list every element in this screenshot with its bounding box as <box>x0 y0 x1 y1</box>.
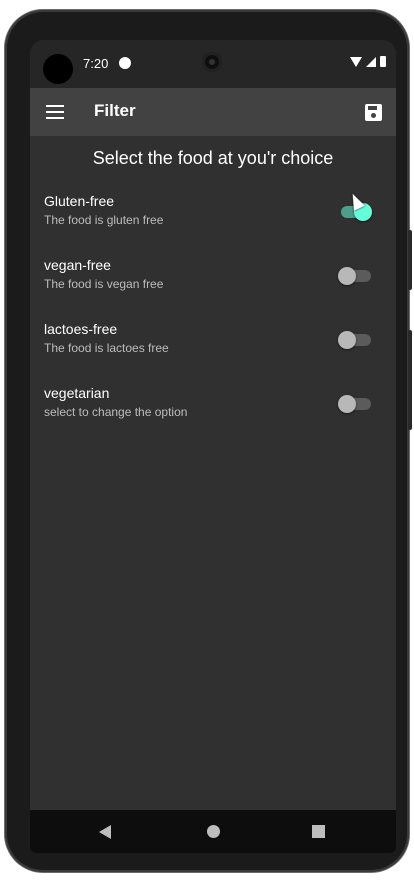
wifi-icon <box>350 56 362 67</box>
recents-icon[interactable] <box>312 825 325 838</box>
option-gluten-free[interactable]: Gluten-free The food is gluten free <box>44 193 384 241</box>
option-title: lactoes-free <box>44 321 118 337</box>
lactoes-free-switch[interactable] <box>338 329 372 351</box>
option-subtitle: The food is gluten free <box>44 213 164 227</box>
page-title: Filter <box>94 101 136 120</box>
switch-thumb <box>338 267 356 285</box>
vegetarian-switch[interactable] <box>338 393 372 415</box>
status-bar: 7:20 <box>30 40 396 88</box>
switch-thumb <box>338 395 356 413</box>
power-button <box>408 230 412 290</box>
back-icon[interactable] <box>99 825 111 839</box>
battery-icon <box>380 56 386 67</box>
status-icons <box>350 56 386 67</box>
phone-frame: 7:20 Filter Select the food at you'r cho… <box>5 10 412 872</box>
option-title: vegan-free <box>44 257 111 273</box>
option-vegetarian[interactable]: vegetarian select to change the option <box>44 385 384 433</box>
option-title: Gluten-free <box>44 193 115 209</box>
option-subtitle: The food is lactoes free <box>44 341 169 355</box>
option-title: vegetarian <box>44 385 110 401</box>
app-bar: Filter <box>30 88 396 136</box>
home-icon[interactable] <box>207 825 220 838</box>
option-lactoes-free[interactable]: lactoes-free The food is lactoes free <box>44 321 384 369</box>
navigation-bar <box>30 810 396 853</box>
signal-icon <box>366 56 376 67</box>
save-icon[interactable] <box>365 104 382 121</box>
menu-icon[interactable] <box>46 105 64 119</box>
option-subtitle: select to change the option <box>44 405 188 419</box>
front-camera-punch-hole <box>43 54 73 84</box>
status-time: 7:20 <box>83 56 109 71</box>
volume-button <box>408 330 412 430</box>
filter-heading: Select the food at you'r choice <box>92 148 334 168</box>
notification-icon <box>119 57 131 69</box>
vegan-free-switch[interactable] <box>338 265 372 287</box>
switch-thumb <box>338 331 356 349</box>
option-vegan-free[interactable]: vegan-free The food is vegan free <box>44 257 384 305</box>
screen: 7:20 Filter Select the food at you'r cho… <box>30 40 396 853</box>
camera-icon <box>202 52 222 72</box>
option-subtitle: The food is vegan free <box>44 277 164 291</box>
